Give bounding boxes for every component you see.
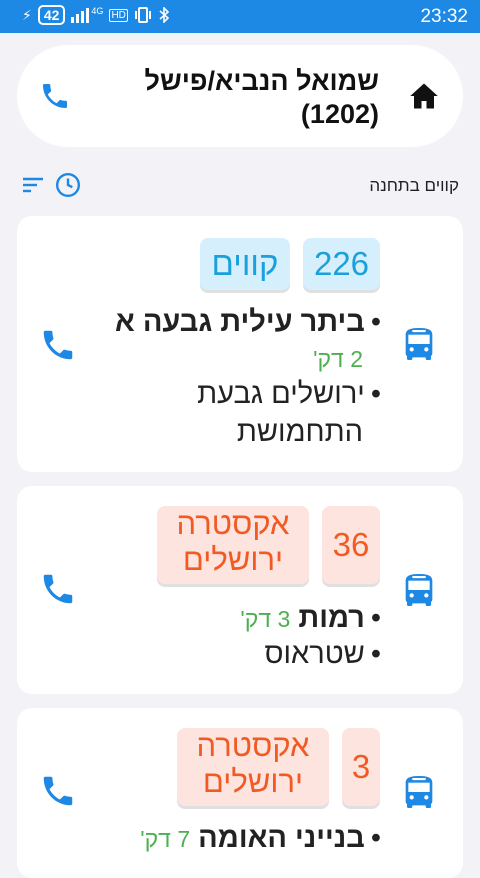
bus-icon [405,328,433,360]
clock-icon[interactable] [55,172,81,198]
operator-badge: אקסטרה ירושלים [177,728,329,806]
bluetooth-icon [159,7,170,23]
signal-icon [71,8,90,23]
clock-time: 23:32 [420,6,468,27]
bus-icon [405,574,433,606]
operator-badge: אקסטרה ירושלים [157,506,309,584]
home-icon[interactable] [409,82,439,110]
vibrate-icon [134,7,151,23]
destination-1: •בנייני האומה 7 דק' [140,822,381,854]
destination-2-cont: התחמושת [236,416,363,448]
destination-2: •שטראוס [264,638,381,670]
stop-header: שמואל הנביא/פישל (1202) [17,45,463,147]
line-card[interactable]: 36 אקסטרה ירושלים •רמות 3 דק' •שטראוס [17,486,463,694]
destination-2: •ירושלים גבעת [197,378,381,410]
eta-label: 7 דק' [140,826,191,852]
bus-icon [405,776,433,808]
network-type: 4G [91,6,104,16]
phone-icon[interactable] [39,80,71,112]
sort-icon[interactable] [21,175,45,195]
hd-icon: HD [109,8,128,22]
operator-city: ירושלים [182,542,284,577]
operator-name: אקסטרה [196,728,310,763]
status-icons: ⚡ 42 4G HD [22,5,170,25]
stop-code: (1202) [300,99,379,129]
line-card[interactable]: 3 אקסטרה ירושלים •בנייני האומה 7 דק' [17,708,463,878]
line-number-badge: 36 [322,506,380,584]
section-header: קווים בתחנה [17,168,463,202]
destination-1: •רמות 3 דק' [240,602,381,634]
charging-icon: ⚡ [22,6,32,23]
line-number-badge: 226 [303,238,380,290]
destination-1: •ביתר עילית גבעה א [114,306,381,338]
phone-icon[interactable] [39,326,77,364]
stop-title: שמואל הנביא/פישל (1202) [99,65,379,131]
battery-indicator: 42 [37,5,66,25]
phone-icon[interactable] [39,570,77,608]
line-card[interactable]: 226 קווים •ביתר עילית גבעה א 2 דק' •ירוש… [17,216,463,472]
status-bar: ⚡ 42 4G HD 23:32 [0,0,480,33]
operator-badge: קווים [200,238,290,290]
eta-label: 2 דק' [313,346,363,372]
operator-city: ירושלים [202,764,304,799]
operator-name: אקסטרה [176,506,290,541]
stop-name: שמואל הנביא/פישל [144,66,379,96]
section-title: קווים בתחנה [369,176,459,195]
eta-label: 3 דק' [240,606,291,632]
line-number-badge: 3 [342,728,380,806]
phone-icon[interactable] [39,772,77,810]
